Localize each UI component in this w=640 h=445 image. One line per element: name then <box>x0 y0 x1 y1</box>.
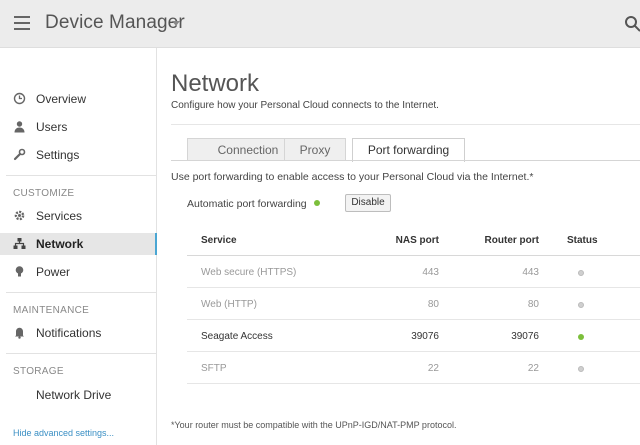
service-name: Web secure (HTTPS) <box>201 267 297 278</box>
router-port: 80 <box>527 299 539 310</box>
sidebar-item-notifications[interactable]: Notifications <box>0 322 157 344</box>
sidebar-divider <box>6 292 156 293</box>
bell-icon <box>15 327 24 339</box>
section-title-storage: STORAGE <box>13 366 64 377</box>
nas-port: 39076 <box>411 331 439 342</box>
sidebar-item-network-drive[interactable]: Network Drive <box>0 384 157 406</box>
service-name: SFTP <box>201 363 227 374</box>
sidebar-item-label: Notifications <box>36 326 102 340</box>
router-compatibility-footnote: *Your router must be compatible with the… <box>171 420 457 430</box>
sidebar-divider <box>6 353 156 354</box>
column-header-nas-port: NAS port <box>395 235 439 246</box>
auto-forwarding-label: Automatic port forwarding <box>187 198 307 210</box>
gear-icon <box>14 210 25 221</box>
status-inactive-icon <box>578 302 584 308</box>
router-port: 39076 <box>511 331 539 342</box>
router-port: 443 <box>522 267 539 278</box>
sidebar-item-services[interactable]: Services <box>0 205 157 227</box>
column-header-router-port: Router port <box>484 235 539 246</box>
hamburger-icon[interactable] <box>14 16 30 30</box>
router-port: 22 <box>527 363 539 374</box>
page-title: Network <box>171 70 260 97</box>
column-header-status: Status <box>567 235 598 246</box>
sidebar-item-label: Network Drive <box>36 388 112 402</box>
chevron-down-icon[interactable] <box>172 21 180 26</box>
sidebar-item-label: Network <box>36 237 84 251</box>
status-active-icon <box>578 334 584 340</box>
nas-port: 443 <box>422 267 439 278</box>
app-title[interactable]: Device Manager <box>45 12 185 34</box>
port-forwarding-intro: Use port forwarding to enable access to … <box>171 171 534 183</box>
clock-icon <box>13 92 26 105</box>
tab-divider <box>171 160 640 161</box>
sidebar-item-power[interactable]: Power <box>0 261 157 283</box>
status-inactive-icon <box>578 270 584 276</box>
sidebar-item-overview[interactable]: Overview <box>0 88 157 110</box>
top-bar: Device Manager <box>0 0 640 48</box>
disable-button[interactable]: Disable <box>345 194 391 212</box>
page-subtitle: Configure how your Personal Cloud connec… <box>171 100 439 111</box>
service-name: Seagate Access <box>201 331 273 342</box>
table-row[interactable]: Seagate Access 39076 39076 <box>187 320 640 352</box>
bulb-icon <box>15 266 24 277</box>
sidebar-item-label: Users <box>36 120 68 134</box>
title-divider <box>171 124 640 125</box>
sidebar-item-label: Settings <box>36 148 80 162</box>
table-row[interactable]: Web (HTTP) 80 80 <box>187 288 640 320</box>
sidebar-item-users[interactable]: Users <box>0 116 157 138</box>
tab-port-forwarding[interactable]: Port forwarding <box>352 138 465 162</box>
table-row[interactable]: SFTP 22 22 <box>187 352 640 384</box>
column-header-service: Service <box>201 235 237 246</box>
section-title-maintenance: MAINTENANCE <box>13 305 90 316</box>
network-icon <box>13 238 26 249</box>
sidebar-divider <box>6 175 156 176</box>
nas-port: 22 <box>427 363 439 374</box>
nas-port: 80 <box>427 299 439 310</box>
user-icon <box>14 121 25 133</box>
sidebar-item-settings[interactable]: Settings <box>0 144 157 166</box>
search-icon[interactable] <box>624 15 640 33</box>
sidebar-item-label: Power <box>36 265 71 279</box>
table-row[interactable]: Web secure (HTTPS) 443 443 <box>187 256 640 288</box>
sidebar-item-label: Services <box>36 209 83 223</box>
wrench-icon <box>13 148 26 161</box>
sidebar-item-label: Overview <box>36 92 87 106</box>
section-title-customize: CUSTOMIZE <box>13 188 75 199</box>
auto-forwarding-status-icon <box>314 200 320 206</box>
sidebar-item-network[interactable]: Network <box>0 233 157 255</box>
hide-advanced-settings-link[interactable]: Hide advanced settings... <box>13 428 114 438</box>
sidebar: Overview Users Settings CUSTOMIZE Servic… <box>0 48 157 445</box>
status-inactive-icon <box>578 366 584 372</box>
tab-proxy[interactable]: Proxy <box>284 138 346 161</box>
table-header-row: Service NAS port Router port Status <box>187 224 640 256</box>
service-name: Web (HTTP) <box>201 299 257 310</box>
